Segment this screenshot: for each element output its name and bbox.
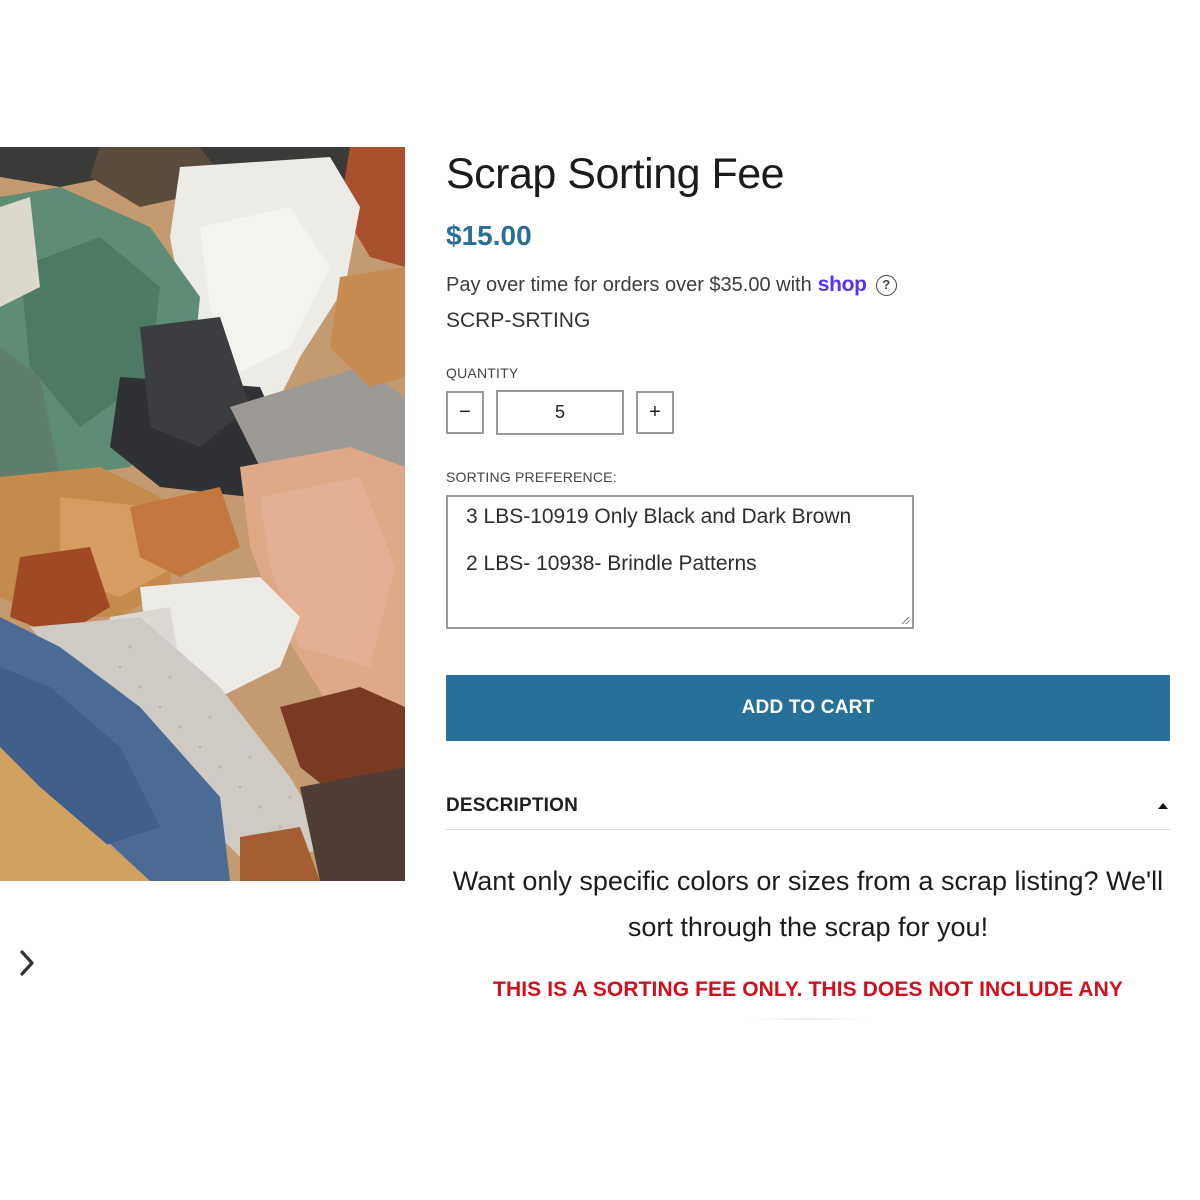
caret-up-icon <box>1158 803 1168 809</box>
quantity-decrement-button[interactable]: − <box>446 391 484 434</box>
shop-pay-logo[interactable]: shop <box>818 271 867 299</box>
content-fade-divider <box>748 1018 868 1020</box>
installments-text: Pay over time for orders over $35.00 wit… <box>446 274 812 296</box>
leather-scraps-photo <box>0 147 405 881</box>
quantity-stepper: − + <box>446 390 1170 435</box>
description-warning: THIS IS A SORTING FEE ONLY. THIS DOES NO… <box>493 978 1123 1001</box>
sorting-preference-line: 2 LBS- 10938- Brindle Patterns <box>466 552 757 575</box>
sorting-preference-label: SORTING PREFERENCE: <box>446 469 617 485</box>
description-title: DESCRIPTION <box>446 795 579 816</box>
product-price: $15.00 <box>446 220 532 251</box>
resize-handle-icon[interactable] <box>900 615 910 625</box>
quantity-input[interactable] <box>496 390 624 435</box>
chevron-right-icon[interactable] <box>12 948 42 978</box>
product-image[interactable] <box>0 147 405 881</box>
product-info: Scrap Sorting Fee $15.00 Pay over time f… <box>446 147 1170 1020</box>
sorting-preference-textarea[interactable]: 3 LBS-10919 Only Black and Dark Brown 2 … <box>446 495 914 629</box>
quantity-increment-button[interactable]: + <box>636 391 674 434</box>
question-circle-icon[interactable]: ? <box>875 274 897 296</box>
description-accordion-header[interactable]: DESCRIPTION <box>446 795 1170 830</box>
installments-banner: Pay over time for orders over $35.00 wit… <box>446 271 1170 299</box>
sorting-preference-line: 3 LBS-10919 Only Black and Dark Brown <box>466 505 852 528</box>
product-sku: SCRP-SRTING <box>446 309 591 332</box>
add-to-cart-button[interactable]: ADD TO CART <box>446 675 1170 741</box>
product-page: Scrap Sorting Fee $15.00 Pay over time f… <box>0 0 1200 1200</box>
description-body: Want only specific colors or sizes from … <box>452 866 1164 942</box>
quantity-label: QUANTITY <box>446 365 519 381</box>
product-title: Scrap Sorting Fee <box>446 150 785 198</box>
